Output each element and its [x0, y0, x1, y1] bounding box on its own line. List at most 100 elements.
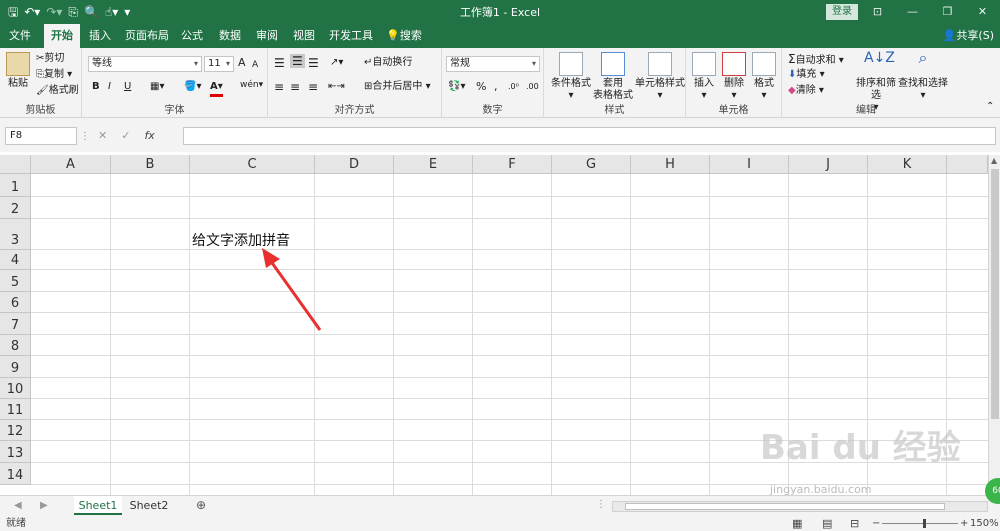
tab-search[interactable]: 💡搜索	[384, 24, 424, 48]
conditional-format-icon	[559, 52, 583, 76]
increase-decimal-icon[interactable]: .0⁰	[508, 80, 519, 94]
format-cells-button[interactable]: 格式 ▾	[750, 52, 778, 102]
vertical-scrollbar[interactable]: ▲	[988, 155, 1000, 495]
group-label-number: 数字	[482, 105, 503, 116]
sheet-tab-sheet1[interactable]: Sheet1	[74, 496, 122, 515]
font-size-select[interactable]: 11	[204, 56, 234, 72]
align-top-icon[interactable]: ☰	[274, 56, 285, 70]
person-icon: 👤	[942, 29, 957, 42]
page-break-view-icon[interactable]: ⊟	[850, 516, 859, 531]
find-select-button[interactable]: ⌕ 查找和选择 ▾	[898, 50, 948, 102]
collapse-ribbon-icon[interactable]: ⌃	[986, 100, 994, 114]
bold-button[interactable]: B	[92, 80, 100, 94]
cancel-icon[interactable]: ✕	[98, 127, 107, 145]
formula-bar: F8 ⋮ ✕ ✓ fx	[0, 118, 1000, 152]
tab-review[interactable]: 审阅	[253, 24, 281, 48]
align-middle-icon[interactable]: ☰	[290, 54, 305, 68]
delete-cells-button[interactable]: 删除 ▾	[720, 52, 748, 102]
align-bottom-icon[interactable]: ☰	[308, 56, 319, 70]
zoom-slider[interactable]	[882, 523, 958, 524]
group-editing: Σ自动求和 ▾ ⬇填充 ▾ ◆清除 ▾ A↓Z 排序和筛选 ▾ ⌕ 查找和选择 ▾ …	[782, 48, 950, 118]
cell-styles-button[interactable]: 单元格样式 ▾	[634, 52, 686, 102]
tab-home[interactable]: 开始	[44, 24, 80, 48]
decrease-decimal-icon[interactable]: .00	[526, 80, 539, 94]
ribbon-display-icon[interactable]: ⊡	[860, 0, 895, 24]
formula-input[interactable]	[183, 127, 996, 145]
restore-icon[interactable]: ❐	[930, 0, 965, 24]
format-as-table-button[interactable]: 套用 表格格式	[590, 52, 636, 102]
add-sheet-icon[interactable]: ⊕	[196, 498, 206, 512]
tab-insert[interactable]: 插入	[86, 24, 114, 48]
tab-file[interactable]: 文件	[4, 24, 36, 48]
minimize-icon[interactable]: —	[895, 0, 930, 24]
font-color-icon[interactable]: A▾	[210, 80, 223, 97]
copy-button[interactable]: ⎘复制 ▾	[36, 68, 72, 82]
sort-az-icon: A↓Z	[864, 50, 895, 66]
arrow-head	[262, 248, 280, 268]
zoom-out-icon[interactable]: −	[872, 516, 880, 531]
next-sheet-icon[interactable]: ▶	[40, 499, 48, 513]
fill-button[interactable]: ⬇填充 ▾	[788, 68, 825, 82]
page-layout-view-icon[interactable]: ▤	[822, 516, 832, 531]
enter-icon[interactable]: ✓	[121, 127, 130, 145]
zoom-in-icon[interactable]: +	[960, 516, 968, 531]
prev-sheet-icon[interactable]: ◀	[14, 499, 22, 513]
comma-button[interactable]: ,	[494, 80, 498, 94]
phonetic-icon[interactable]: wén▾	[240, 78, 263, 92]
spreadsheet-grid[interactable]: ABCDEFGHIJK 1 2 3 4 5 6 7 8 9 10 11 12 13 14 给文字添加拼音	[0, 155, 988, 495]
border-icon[interactable]: ▦▾	[150, 80, 164, 94]
share-button[interactable]: 👤共享(S)	[943, 24, 994, 48]
zoom-slider-thumb[interactable]	[923, 519, 926, 528]
tab-view[interactable]: 视图	[290, 24, 318, 48]
conditional-format-button[interactable]: 条件格式 ▾	[548, 52, 594, 102]
normal-view-icon[interactable]: ▦	[792, 516, 802, 531]
shrink-font-button[interactable]: A	[252, 58, 258, 72]
zoom-level[interactable]: 150%	[970, 516, 999, 531]
tab-developer[interactable]: 开发工具	[328, 24, 374, 48]
clear-button[interactable]: ◆清除 ▾	[788, 84, 824, 98]
merge-center-button[interactable]: ⊞合并后居中 ▾	[364, 80, 431, 94]
fill-color-icon[interactable]: 🪣▾	[184, 80, 201, 94]
name-box[interactable]: F8	[5, 127, 77, 145]
copy-icon[interactable]: ⎘	[68, 3, 78, 21]
sigma-icon: Σ	[788, 52, 796, 66]
vertical-scroll-thumb[interactable]	[991, 169, 999, 419]
indent-icon[interactable]: ⇤⇥	[328, 80, 345, 94]
align-right-icon[interactable]: ≡	[308, 80, 318, 94]
close-icon[interactable]: ✕	[965, 0, 1000, 24]
tab-split-icon[interactable]: ⋮	[596, 498, 606, 512]
orientation-icon[interactable]: ↗▾	[330, 56, 343, 70]
tab-formulas[interactable]: 公式	[178, 24, 206, 48]
grow-font-button[interactable]: A	[238, 56, 246, 70]
format-painter-button[interactable]: 🖌格式刷	[36, 84, 79, 98]
formula-bar-drag-icon[interactable]: ⋮	[80, 130, 90, 144]
number-format-select[interactable]: 常规	[446, 56, 540, 72]
tab-data[interactable]: 数据	[216, 24, 244, 48]
horizontal-scroll-thumb[interactable]	[625, 503, 945, 510]
scroll-up-icon[interactable]: ▲	[991, 156, 997, 165]
autosum-button[interactable]: Σ自动求和 ▾	[788, 52, 844, 68]
login-button[interactable]: 登录	[826, 4, 858, 20]
undo-icon[interactable]: ↶▾	[24, 3, 40, 21]
print-preview-icon[interactable]: 🔍	[84, 3, 99, 21]
paste-button[interactable]: 粘贴	[3, 52, 33, 90]
customize-qat-icon[interactable]: ▾	[124, 3, 130, 21]
horizontal-scrollbar[interactable]	[612, 501, 988, 512]
underline-button[interactable]: U	[124, 80, 131, 94]
wrap-text-button[interactable]: ↵自动换行	[364, 56, 412, 70]
percent-button[interactable]: %	[476, 80, 486, 94]
tab-page-layout[interactable]: 页面布局	[124, 24, 170, 48]
fx-icon[interactable]: fx	[144, 127, 154, 145]
cut-button[interactable]: ✂剪切	[36, 52, 64, 66]
font-name-select[interactable]: 等线	[88, 56, 202, 72]
touch-mode-icon[interactable]: ☝▾	[105, 3, 118, 21]
align-left-icon[interactable]: ≡	[274, 80, 284, 94]
format-cells-icon	[752, 52, 776, 76]
align-center-icon[interactable]: ≡	[290, 80, 300, 94]
insert-cells-button[interactable]: 插入 ▾	[690, 52, 718, 102]
italic-button[interactable]: I	[108, 80, 111, 94]
currency-icon[interactable]: 💱▾	[448, 80, 465, 94]
redo-icon[interactable]: ↷▾	[46, 3, 62, 21]
save-icon[interactable]: 🖫	[8, 3, 18, 21]
sheet-tab-sheet2[interactable]: Sheet2	[126, 496, 172, 515]
